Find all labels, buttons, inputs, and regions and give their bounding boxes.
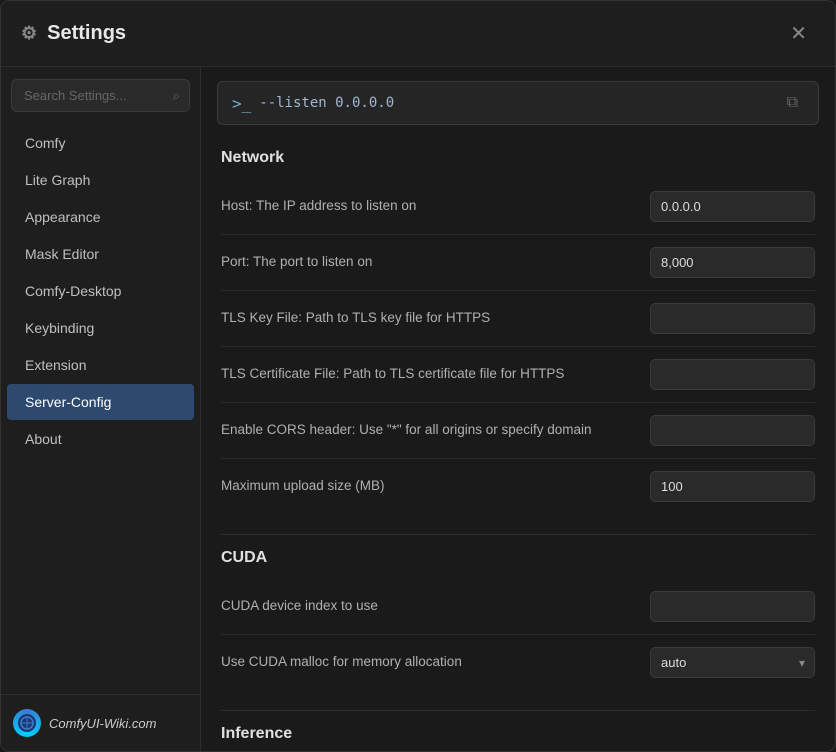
cuda-section-title: CUDA (221, 549, 815, 567)
sidebar-item-lite-graph[interactable]: Lite Graph (7, 162, 194, 198)
search-icon: ⌕ (173, 88, 180, 104)
sidebar-item-mask-editor[interactable]: Mask Editor (7, 236, 194, 272)
port-setting-row: Port: The port to listen on (221, 235, 815, 291)
sidebar-item-appearance[interactable]: Appearance (7, 199, 194, 235)
sidebar-item-about[interactable]: About (7, 421, 194, 457)
modal-header: ⚙ Settings ✕ (1, 1, 835, 67)
gear-icon: ⚙ (21, 23, 37, 44)
settings-modal: ⚙ Settings ✕ ⌕ Comfy Lite Graph Appearan… (0, 0, 836, 752)
wiki-logo-icon (13, 709, 41, 737)
cuda-device-label: CUDA device index to use (221, 597, 630, 616)
port-input[interactable] (650, 247, 815, 278)
tls-key-setting-row: TLS Key File: Path to TLS key file for H… (221, 291, 815, 347)
cuda-device-setting-row: CUDA device index to use (221, 579, 815, 635)
search-input[interactable] (11, 79, 190, 112)
cors-label: Enable CORS header: Use "*" for all orig… (221, 421, 630, 440)
upload-size-label: Maximum upload size (MB) (221, 477, 630, 496)
cors-setting-row: Enable CORS header: Use "*" for all orig… (221, 403, 815, 459)
tls-cert-input[interactable] (650, 359, 815, 390)
copy-button[interactable]: ⧉ (781, 92, 804, 114)
section-divider-2 (221, 710, 815, 711)
tls-key-input[interactable] (650, 303, 815, 334)
modal-body: ⌕ Comfy Lite Graph Appearance Mask Edito… (1, 67, 835, 751)
title-text: Settings (47, 22, 126, 45)
inference-section-title: Inference (221, 725, 815, 743)
network-section-title: Network (221, 149, 815, 167)
cuda-malloc-label: Use CUDA malloc for memory allocation (221, 653, 630, 672)
tls-key-label: TLS Key File: Path to TLS key file for H… (221, 309, 630, 328)
command-text: >_ --listen 0.0.0.0 (232, 94, 394, 113)
sidebar-footer: ComfyUI-Wiki.com (1, 694, 200, 751)
upload-size-setting-row: Maximum upload size (MB) (221, 459, 815, 514)
port-label: Port: The port to listen on (221, 253, 630, 272)
command-value: --listen 0.0.0.0 (259, 95, 394, 111)
sidebar-item-comfy[interactable]: Comfy (7, 125, 194, 161)
cuda-section: CUDA CUDA device index to use Use CUDA m… (201, 539, 835, 706)
cuda-device-input[interactable] (650, 591, 815, 622)
cuda-malloc-setting-row: Use CUDA malloc for memory allocation au… (221, 635, 815, 690)
command-bar: >_ --listen 0.0.0.0 ⧉ (217, 81, 819, 125)
inference-section: Inference (201, 715, 835, 751)
network-section: Network Host: The IP address to listen o… (201, 139, 835, 530)
cuda-malloc-select-wrap: auto enabled disabled ▾ (650, 647, 815, 678)
tls-cert-setting-row: TLS Certificate File: Path to TLS certif… (221, 347, 815, 403)
upload-size-input[interactable] (650, 471, 815, 502)
close-button[interactable]: ✕ (782, 17, 815, 50)
sidebar-item-keybinding[interactable]: Keybinding (7, 310, 194, 346)
prompt-icon: >_ (232, 94, 251, 113)
search-box: ⌕ (11, 79, 190, 112)
host-label: Host: The IP address to listen on (221, 197, 630, 216)
main-content: >_ --listen 0.0.0.0 ⧉ Network Host: The … (201, 67, 835, 751)
host-input[interactable] (650, 191, 815, 222)
sidebar-item-server-config[interactable]: Server-Config (7, 384, 194, 420)
cors-input[interactable] (650, 415, 815, 446)
wiki-link-text[interactable]: ComfyUI-Wiki.com (49, 716, 157, 731)
cuda-malloc-select[interactable]: auto enabled disabled (650, 647, 815, 678)
nav-list: Comfy Lite Graph Appearance Mask Editor … (1, 124, 200, 694)
host-setting-row: Host: The IP address to listen on (221, 179, 815, 235)
sidebar: ⌕ Comfy Lite Graph Appearance Mask Edito… (1, 67, 201, 751)
sidebar-item-comfy-desktop[interactable]: Comfy-Desktop (7, 273, 194, 309)
section-divider-1 (221, 534, 815, 535)
modal-title: ⚙ Settings (21, 22, 126, 45)
sidebar-item-extension[interactable]: Extension (7, 347, 194, 383)
tls-cert-label: TLS Certificate File: Path to TLS certif… (221, 365, 630, 384)
